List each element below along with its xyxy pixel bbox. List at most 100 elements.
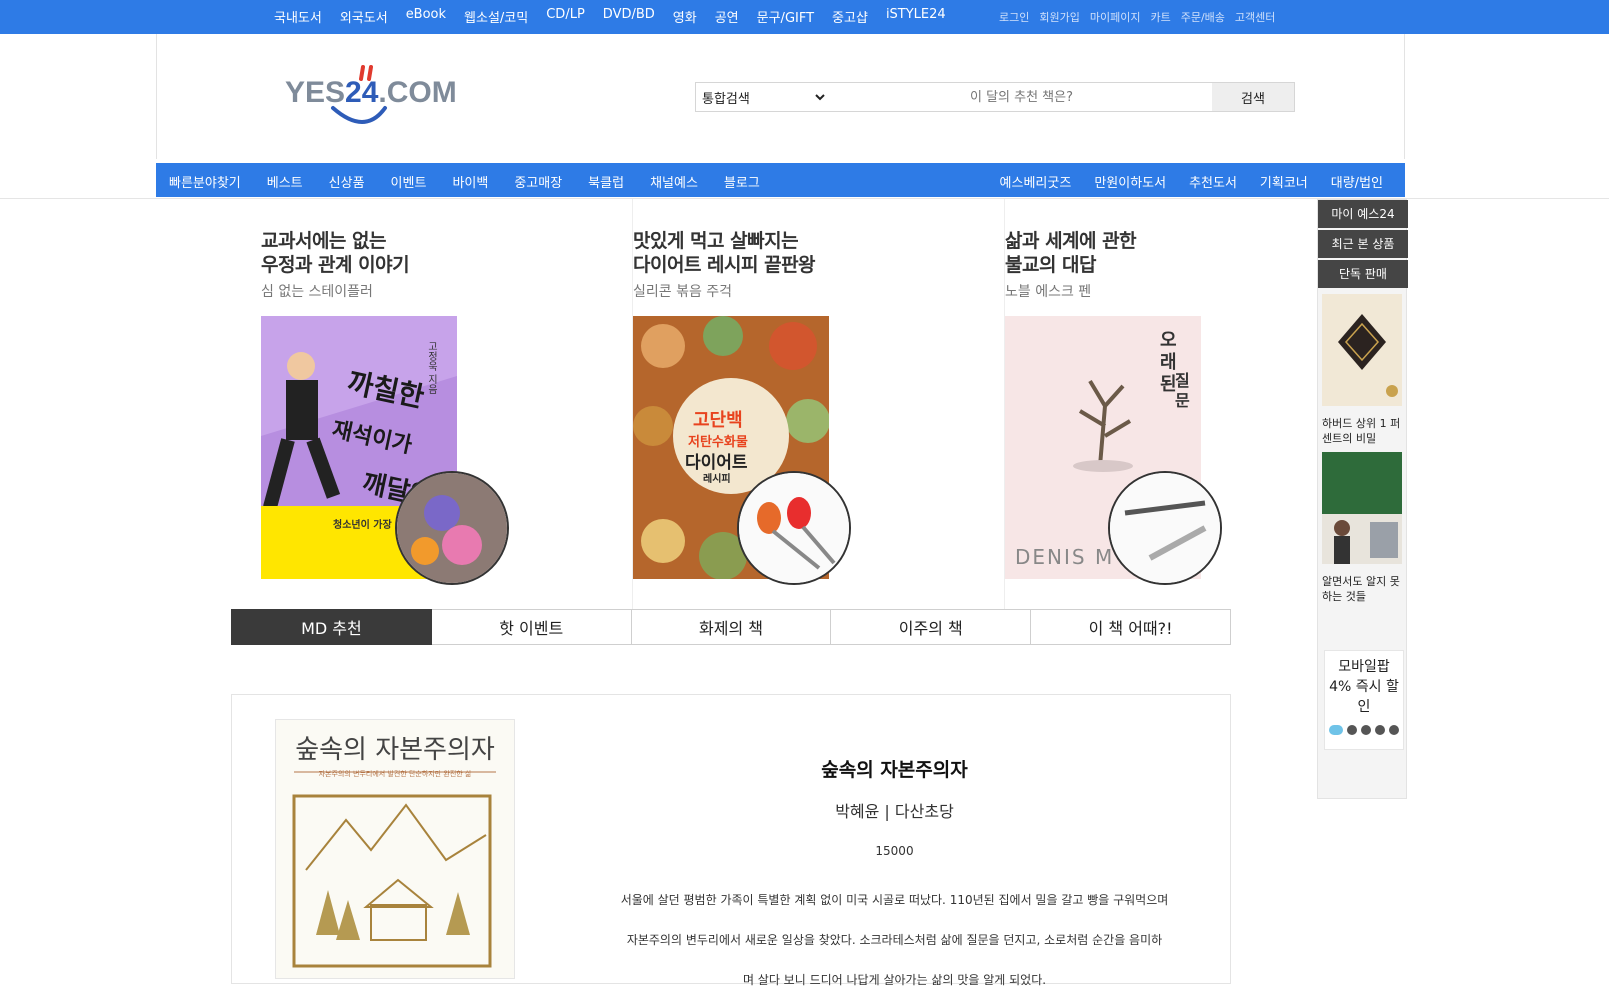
description-line: 서울에 살던 평범한 가족이 특별한 계획 없이 미국 시골로 떠났다. 110… <box>620 893 1169 907</box>
carousel-dot[interactable] <box>1361 725 1371 735</box>
mainnav-item[interactable]: 신상품 <box>329 172 365 191</box>
top-bar: 국내도서 외국도서 eBook 웹소설/코믹 CD/LP DVD/BD 영화 공… <box>0 0 1609 34</box>
featured-book: 숲속의 자본주의자 자본주의의 변두리에서 발견한 단순하지만 완전한 삶 숲속… <box>231 694 1231 987</box>
banner-title: 교과서에는 없는 우정과 관계 이야기 <box>261 229 410 277</box>
signup-link[interactable]: 회원가입 <box>1039 9 1079 25</box>
main-nav-left: 빠른분야찾기 베스트 신상품 이벤트 바이백 중고매장 북클럽 채널예스 블로그 <box>169 172 786 191</box>
search-input[interactable] <box>831 83 1212 111</box>
top-category-nav: 국내도서 외국도서 eBook 웹소설/코믹 CD/LP DVD/BD 영화 공… <box>274 7 964 26</box>
mainnav-item[interactable]: 북클럽 <box>588 172 624 191</box>
logo-text: YES24.COM <box>285 76 457 109</box>
site-header: YES24.COM 통합검색 검색 <box>156 34 1405 159</box>
featured-book-info: 숲속의 자본주의자 박혜윤 | 다산초당 15000 서울에 살던 평범한 가족… <box>592 755 1197 1000</box>
cover-title: 숲속의 자본주의자 <box>295 735 495 765</box>
tab-hot-event[interactable]: 핫 이벤트 <box>431 609 632 645</box>
svg-text:다이어트: 다이어트 <box>685 453 748 473</box>
sidebar-book-caption: 알면서도 알지 못하는 것들 <box>1322 575 1400 603</box>
banner-subtitle: 노블 에스크 펜 <box>1005 284 1092 300</box>
carousel-dot[interactable] <box>1329 725 1343 735</box>
svg-text:질: 질 <box>1175 371 1190 390</box>
main-nav: 빠른분야찾기 베스트 신상품 이벤트 바이백 중고매장 북클럽 채널예스 블로그… <box>156 163 1405 197</box>
banner-title-line: 다이어트 레시피 끝판왕 <box>633 254 816 276</box>
mainnav-item[interactable]: 기획코너 <box>1260 172 1308 191</box>
svg-text:레시피: 레시피 <box>703 472 731 485</box>
tab-how-about-this[interactable]: 이 책 어때?! <box>1031 609 1231 645</box>
sidebar-book[interactable]: 알면서도 알지 못하는 것들 <box>1322 452 1402 604</box>
banner-panel[interactable]: 교과서에는 없는 우정과 관계 이야기 심 없는 스테이플러 고정욱 지음 까칠한… <box>261 199 633 609</box>
carousel-dot[interactable] <box>1375 725 1385 735</box>
my-yes24-button[interactable]: 마이 예스24 <box>1318 200 1408 228</box>
tab-md-recommend[interactable]: MD 추천 <box>231 609 432 645</box>
banner-title-line: 불교의 대답 <box>1005 254 1097 276</box>
banner-title: 맛있게 먹고 살빠지는 다이어트 레시피 끝판왕 <box>633 229 816 277</box>
banner-title-line: 우정과 관계 이야기 <box>261 254 410 276</box>
topnav-item[interactable]: 국내도서 <box>274 7 322 26</box>
recently-viewed-button[interactable]: 최근 본 상품 <box>1318 230 1408 258</box>
description-line: 자본주의의 변두리에서 새로운 일상을 찾았다. 소크라테스처럼 삶에 질문을 … <box>626 933 1163 947</box>
topnav-item[interactable]: DVD/BD <box>603 7 655 26</box>
topnav-item[interactable]: 영화 <box>673 7 697 26</box>
svg-text:오: 오 <box>1160 330 1177 351</box>
recommend-tabs: MD 추천 핫 이벤트 화제의 책 이주의 책 이 책 어때?! <box>231 609 1231 645</box>
topnav-item[interactable]: 공연 <box>715 7 739 26</box>
mainnav-item[interactable]: 추천도서 <box>1189 172 1237 191</box>
sidebar-book-thumbnail <box>1322 452 1402 564</box>
mobile-discount-banner[interactable]: 모바일팝 4% 즉시 할인 <box>1324 650 1404 750</box>
login-link[interactable]: 로그인 <box>999 9 1029 25</box>
chevron-down-icon <box>815 93 825 100</box>
mainnav-item[interactable]: 바이백 <box>452 172 488 191</box>
cart-link[interactable]: 카트 <box>1150 9 1170 25</box>
topnav-item[interactable]: 문구/GIFT <box>757 7 814 26</box>
banner-title-line: 교과서에는 없는 <box>261 230 386 252</box>
tab-trending-books[interactable]: 화제의 책 <box>631 609 832 645</box>
mainnav-item[interactable]: 베스트 <box>267 172 303 191</box>
banner-title: 삶과 세계에 관한 불교의 대답 <box>1005 229 1137 277</box>
main-nav-right: 예스베리굿즈 만원이하도서 추천도서 기획코너 대량/법인 <box>977 172 1383 191</box>
description-line: 며 살다 보니 드디어 나답게 살아가는 삶의 맛을 알게 되었다. <box>742 973 1047 987</box>
order-link[interactable]: 주문/배송 <box>1181 9 1225 25</box>
banner-subtitle: 심 없는 스테이플러 <box>261 284 373 300</box>
featured-book-price: 15000 <box>875 844 914 858</box>
banner-title-line: 삶과 세계에 관한 <box>1005 230 1137 252</box>
sidebar-book-caption: 하버드 상위 1 퍼센트의 비밀 <box>1322 417 1401 445</box>
exclusive-sale-button[interactable]: 단독 판매 <box>1318 260 1408 288</box>
banner-panel[interactable]: 맛있게 먹고 살빠지는 다이어트 레시피 끝판왕 실리콘 볶음 주걱 고단백 저탄… <box>633 199 1005 609</box>
carousel-dot[interactable] <box>1389 725 1399 735</box>
mainnav-item[interactable]: 빠른분야찾기 <box>169 172 241 191</box>
topnav-item[interactable]: iSTYLE24 <box>886 7 946 26</box>
mainnav-item[interactable]: 블로그 <box>724 172 760 191</box>
sidebar-book[interactable]: 하버드 상위 1 퍼센트의 비밀 <box>1322 294 1402 446</box>
mainnav-item[interactable]: 예스베리굿즈 <box>1000 172 1072 191</box>
mainnav-item[interactable]: 만원이하도서 <box>1094 172 1166 191</box>
featured-book-cover[interactable]: 숲속의 자본주의자 자본주의의 변두리에서 발견한 단순하지만 완전한 삶 <box>275 719 515 979</box>
svg-text:문: 문 <box>1175 391 1190 410</box>
featured-book-title[interactable]: 숲속의 자본주의자 <box>592 755 1197 782</box>
mainnav-item[interactable]: 채널예스 <box>650 172 698 191</box>
search-bar: 통합검색 검색 <box>695 82 1295 112</box>
mainnav-item[interactable]: 대량/법인 <box>1331 172 1383 191</box>
cover-band-text: DENIS M <box>1015 545 1114 569</box>
topnav-item[interactable]: eBook <box>406 7 446 26</box>
topnav-item[interactable]: CD/LP <box>546 7 585 26</box>
topnav-item[interactable]: 웹소설/코믹 <box>464 7 528 26</box>
search-button[interactable]: 검색 <box>1212 83 1294 111</box>
mainnav-item[interactable]: 중고매장 <box>514 172 562 191</box>
tab-weekly-book[interactable]: 이주의 책 <box>831 609 1032 645</box>
search-scope-value: 통합검색 <box>702 91 750 107</box>
featured-book-author: 박혜윤 | 다산초당 <box>835 802 954 821</box>
featured-book-description: 서울에 살던 평범한 가족이 특별한 계획 없이 미국 시골로 떠났다. 110… <box>592 880 1197 1000</box>
customer-center-link[interactable]: 고객센터 <box>1235 9 1275 25</box>
mypage-link[interactable]: 마이페이지 <box>1090 9 1141 25</box>
topnav-item[interactable]: 중고샵 <box>832 7 868 26</box>
goods-magnify-image <box>395 471 509 585</box>
banner-subtitle: 실리콘 볶음 주걱 <box>633 284 733 300</box>
carousel-dot[interactable] <box>1347 725 1357 735</box>
yes24-logo[interactable]: YES24.COM <box>285 62 465 132</box>
svg-text:저탄수화물: 저탄수화물 <box>688 434 748 450</box>
svg-text:고단백: 고단백 <box>693 410 743 431</box>
search-scope-select[interactable]: 통합검색 <box>696 83 831 111</box>
mobile-discount-text: 모바일팝 4% 즉시 할인 <box>1329 659 1399 715</box>
mainnav-item[interactable]: 이벤트 <box>391 172 427 191</box>
banner-title-line: 맛있게 먹고 살빠지는 <box>633 230 799 252</box>
topnav-item[interactable]: 외국도서 <box>340 7 388 26</box>
